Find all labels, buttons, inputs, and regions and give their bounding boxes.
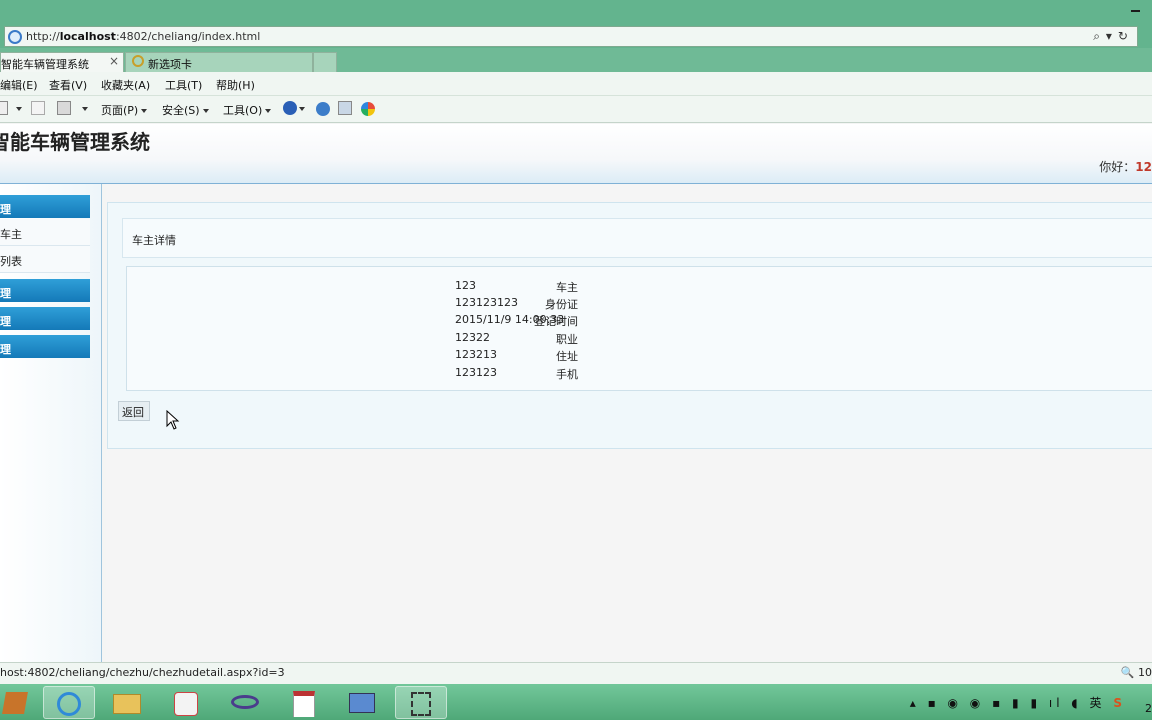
field-label: 住址 [556,350,578,363]
home-icon[interactable] [0,101,8,115]
detail-title: 车主详情 [132,234,176,247]
ie-icon[interactable] [43,686,95,719]
print-dropdown-icon[interactable] [79,102,88,115]
new-tab-button[interactable] [313,52,337,72]
search-refresh-icons[interactable]: ⌕▾↻ [1093,29,1134,44]
field-label: 车主 [556,281,578,294]
safety-menu[interactable]: 安全(S) [162,102,209,118]
folder-icon[interactable] [101,686,153,719]
sidebar-item-list[interactable]: 列表 [0,246,90,273]
sogou-icon[interactable]: S [1113,696,1126,710]
address-url[interactable]: http://localhost:4802/cheliang/index.htm… [26,30,260,43]
zoom-level[interactable]: 🔍 10 [1121,666,1152,679]
field-row-owner: 车主 123 [127,279,1152,296]
field-value: 123123123 [455,296,518,309]
minimize-button[interactable] [1131,10,1140,12]
new-tab-icon [132,55,144,67]
sidebar-group-3[interactable]: 理 [0,307,90,330]
ie-page-icon [8,30,22,44]
field-row-register-time: 登记时间 2015/11/9 14:00:33 [127,313,1152,330]
menu-help[interactable]: 帮助(H) [216,77,255,93]
sidebar-group-1[interactable]: 理 [0,195,90,218]
clock[interactable]: 2 [1145,702,1152,715]
visual-studio-icon[interactable] [219,686,271,719]
network-icon[interactable] [336,686,388,719]
field-row-id-card: 身份证 123123123 [127,296,1152,313]
menu-tools[interactable]: 工具(T) [165,77,202,93]
help-dropdown-icon[interactable] [296,102,305,115]
field-value: 123213 [455,348,497,361]
tab-new[interactable]: 新选项卡 [125,52,313,72]
field-label: 职业 [556,333,578,346]
field-value: 123 [455,279,476,292]
help-icon[interactable] [283,101,297,115]
sidebar-group-2[interactable]: 理 [0,279,90,302]
field-label: 身份证 [545,298,578,311]
field-row-address: 住址 123213 [127,348,1152,365]
notepad-icon[interactable] [278,686,330,719]
site-title: 智能车辆管理系统 [0,130,150,154]
feeds-dropdown-icon[interactable] [13,102,22,115]
menu-favorites[interactable]: 收藏夹(A) [101,77,150,93]
back-button[interactable]: 返回 [118,401,150,421]
book-icon[interactable] [0,686,36,719]
window-titlebar [0,0,1152,26]
messenger-icon[interactable] [361,102,375,116]
tools-menu[interactable]: 工具(O) [223,102,272,118]
site-header [0,124,1152,184]
mouse-cursor-icon [166,410,180,430]
mail-icon[interactable] [31,101,45,115]
field-value: 123123 [455,366,497,379]
research-icon[interactable] [316,102,330,116]
system-tray[interactable]: ▴ ▪ ◉ ◉ ▪ ▮ ▮ ıl ◖ 英 S [910,694,1126,711]
field-row-phone: 手机 123123 [127,366,1152,383]
detail-fields: 车主 123 身份证 123123123 登记时间 2015/11/9 14:00:3… [126,266,1152,391]
username: 12 [1135,160,1152,174]
ime-indicator[interactable]: 英 [1090,696,1106,710]
tab-close-icon[interactable]: × [109,54,119,68]
status-url: host:4802/cheliang/chezhu/chezhudetail.a… [0,666,285,679]
field-value: 2015/11/9 14:00:33 [455,313,565,326]
user-greeting: 你好：12 [1099,160,1152,174]
addon-icon[interactable] [338,101,352,115]
field-value: 12322 [455,331,490,344]
sidebar-item-owner[interactable]: 车主 [0,219,90,246]
detail-panel-header [122,218,1152,258]
field-row-occupation: 职业 12322 [127,331,1152,348]
page-menu[interactable]: 页面(P) [101,102,148,118]
print-icon[interactable] [57,101,71,115]
tab-active[interactable]: 智能车辆管理系统 [0,52,124,72]
sidebar-group-4[interactable]: 理 [0,335,90,358]
field-label: 手机 [556,368,578,381]
menu-view[interactable]: 查看(V) [49,77,87,93]
snipping-tool-icon[interactable] [395,686,447,719]
menu-edit[interactable]: 编辑(E) [0,77,38,93]
java-icon[interactable] [160,686,212,719]
